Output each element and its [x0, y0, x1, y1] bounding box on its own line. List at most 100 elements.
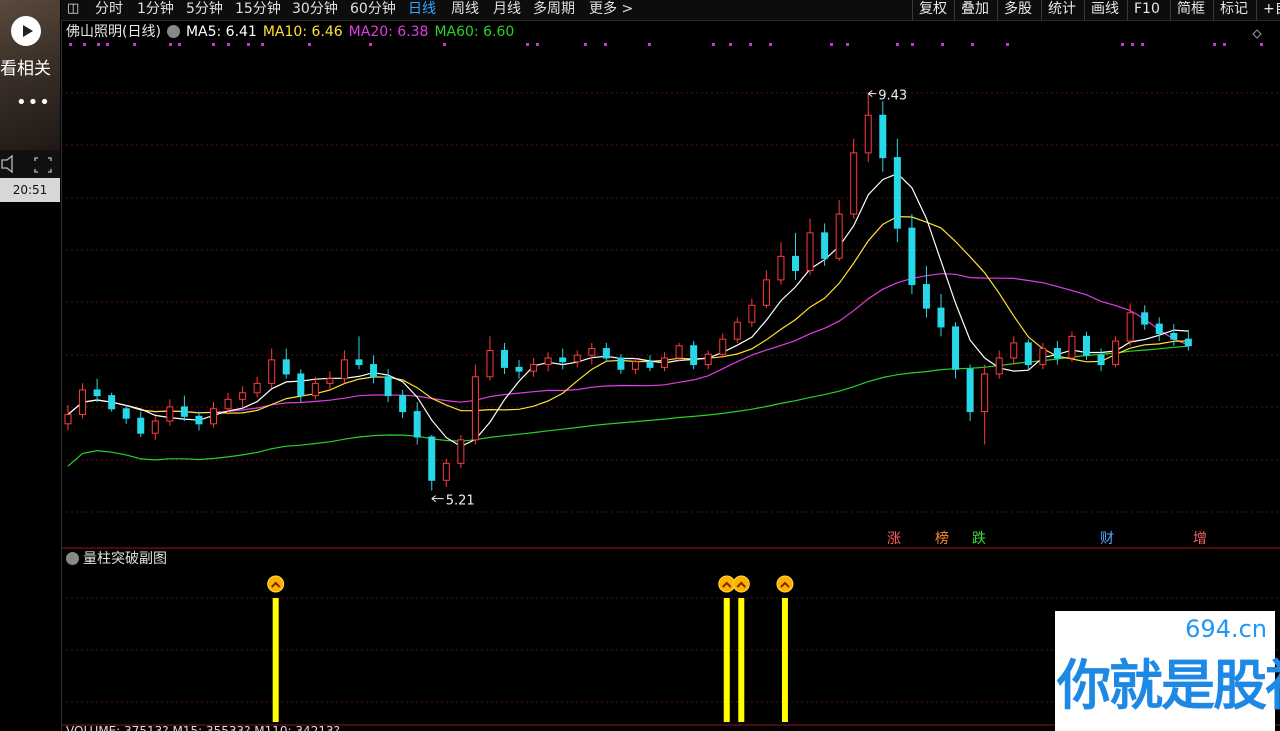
candle-body	[675, 345, 683, 359]
signal-bar	[781, 598, 788, 722]
tab-1min[interactable]: 1分钟	[137, 0, 174, 20]
info-dot	[212, 43, 215, 46]
info-dot	[830, 43, 833, 46]
info-dot	[526, 43, 529, 46]
candle-body	[661, 357, 669, 368]
candle-body	[442, 462, 450, 481]
info-dot	[178, 43, 181, 46]
event-tag: 增	[1193, 531, 1207, 547]
candle-body	[515, 366, 523, 372]
tab-60min[interactable]: 60分钟	[350, 0, 396, 20]
candle-body	[384, 376, 392, 397]
sidebar-toggle-icon[interactable]: ◫	[67, 0, 79, 20]
candle-body	[1068, 335, 1076, 359]
signal-bar	[723, 598, 730, 722]
ma5-line	[67, 172, 1189, 448]
candle-body	[1170, 333, 1178, 340]
btn-draw[interactable]: 画线	[1084, 0, 1119, 20]
tab-multi-period[interactable]: 多周期	[533, 0, 575, 20]
tab-monthly[interactable]: 月线	[493, 0, 521, 20]
info-dot	[911, 43, 914, 46]
candle-body	[966, 368, 974, 413]
play-icon[interactable]	[11, 16, 41, 46]
period-toolbar: ◫ 分时 1分钟 5分钟 15分钟 30分钟 60分钟 日线 周线 月线 多周期…	[61, 0, 1280, 21]
btn-mark[interactable]: 标记	[1213, 0, 1248, 20]
btn-add-watchlist[interactable]: +自	[1256, 0, 1280, 20]
btn-f10[interactable]: F10	[1127, 0, 1160, 20]
tab-weekly[interactable]: 周线	[451, 0, 479, 20]
candle-body	[893, 157, 901, 229]
candle-body	[1039, 348, 1047, 366]
tab-more[interactable]: 更多 >	[589, 0, 633, 20]
ma10-line	[67, 215, 1189, 415]
fullscreen-icon	[34, 157, 52, 173]
candle-body	[399, 395, 407, 413]
info-dot	[712, 43, 715, 46]
info-dot	[227, 43, 230, 46]
info-dot	[133, 43, 136, 46]
btn-fuquan[interactable]: 复权	[912, 0, 947, 20]
info-dot	[97, 43, 100, 46]
candle-body	[224, 398, 232, 410]
info-dot	[604, 43, 607, 46]
candle-body	[762, 279, 770, 306]
tab-fenshi[interactable]: 分时	[95, 0, 123, 20]
info-dot	[1260, 43, 1263, 46]
info-dot	[106, 43, 109, 46]
volume-icon[interactable]	[0, 150, 60, 178]
btn-simple-frame[interactable]: 简框	[1170, 0, 1205, 20]
ma20-line	[67, 273, 1189, 415]
candle-body	[64, 413, 72, 425]
watermark-text: 你就是股神	[1057, 654, 1280, 717]
candle-body	[122, 408, 130, 419]
candle-body	[588, 348, 596, 356]
btn-overlay[interactable]: 叠加	[954, 0, 989, 20]
candle-body	[835, 213, 843, 259]
sub-chart-title[interactable]: 量柱突破副图	[66, 549, 167, 569]
candle-body	[413, 411, 421, 438]
candle-body	[93, 389, 101, 397]
video-thumbnail[interactable]: 看相关 •••	[0, 0, 60, 150]
candle-body	[1010, 342, 1018, 359]
candle-body	[1024, 342, 1032, 366]
candle-body	[471, 376, 479, 441]
tab-daily[interactable]: 日线	[408, 0, 436, 20]
candle-body	[690, 345, 698, 366]
candle-body	[268, 359, 276, 384]
info-dot	[247, 43, 250, 46]
candle-body	[355, 359, 363, 366]
candle-body	[457, 439, 465, 464]
btn-stats[interactable]: 统计	[1041, 0, 1076, 20]
sub-dropdown-icon[interactable]	[66, 552, 79, 565]
candle-body	[239, 392, 247, 400]
candle-body	[108, 395, 116, 410]
candle-body	[166, 406, 174, 422]
tab-5min[interactable]: 5分钟	[186, 0, 223, 20]
candle-body	[1083, 335, 1090, 356]
floating-video-panel[interactable]: 看相关 ••• 20:51	[0, 0, 62, 731]
low-arrow	[431, 495, 444, 503]
info-dot	[443, 43, 446, 46]
candle-body	[952, 326, 960, 370]
info-dot	[369, 43, 372, 46]
btn-multi-stock[interactable]: 多股	[997, 0, 1032, 20]
info-dot	[1223, 43, 1226, 46]
tab-30min[interactable]: 30分钟	[292, 0, 338, 20]
low-price-label: 5.21	[446, 494, 475, 509]
video-controls[interactable]	[0, 150, 60, 178]
info-dot	[769, 43, 772, 46]
info-dot	[1006, 43, 1009, 46]
video-title-snippet: 看相关	[0, 59, 51, 79]
candle-body	[559, 357, 567, 363]
volume-legend: VOLUME: 37513? M15: 35533? M110: 34213?	[66, 724, 340, 731]
more-options-icon[interactable]: •••	[16, 92, 51, 113]
candle-body	[1141, 312, 1149, 325]
info-dot	[536, 43, 539, 46]
info-dot	[261, 43, 264, 46]
candle-body	[1097, 354, 1105, 366]
tab-15min[interactable]: 15分钟	[235, 0, 281, 20]
candle-body	[981, 373, 989, 413]
candle-body	[1053, 348, 1061, 359]
candle-body	[733, 321, 741, 340]
candle-body	[748, 304, 756, 323]
